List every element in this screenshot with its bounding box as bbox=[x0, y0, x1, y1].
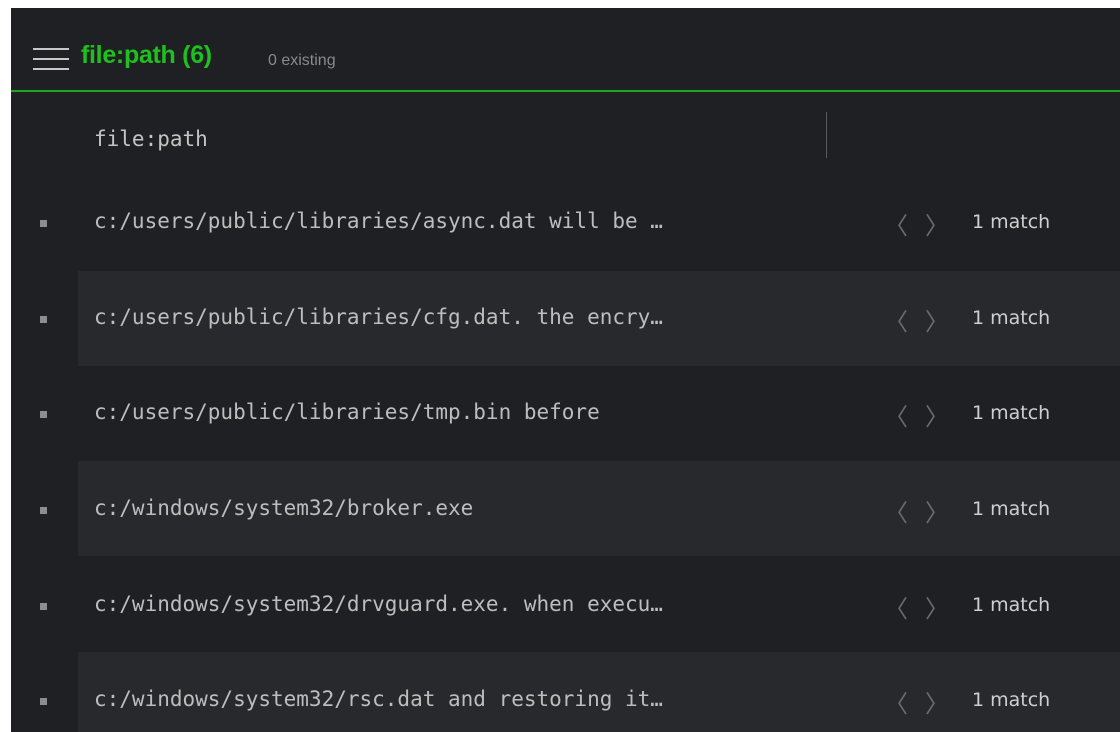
table-row[interactable]: c:/users/public/libraries/async.dat will… bbox=[11, 176, 1120, 271]
match-nav-cell: 〈 〉 1 match bbox=[845, 461, 1120, 556]
bullet-icon bbox=[40, 603, 47, 610]
match-nav-cell: 〈 〉 1 match bbox=[845, 176, 1120, 271]
path-cell: c:/windows/system32/rsc.dat and restorin… bbox=[40, 652, 845, 732]
column-resize-handle[interactable] bbox=[826, 112, 827, 158]
match-nav-cell: 〈 〉 1 match bbox=[845, 652, 1120, 732]
path-cell: c:/windows/system32/drvguard.exe. when e… bbox=[40, 557, 845, 652]
path-value[interactable]: c:/windows/system32/drvguard.exe. when e… bbox=[94, 592, 663, 616]
next-match-icon[interactable]: 〉 bbox=[925, 589, 949, 624]
next-match-icon[interactable]: 〉 bbox=[925, 684, 949, 719]
table-row[interactable]: c:/windows/system32/rsc.dat and restorin… bbox=[11, 652, 1120, 732]
previous-match-icon[interactable]: 〈 bbox=[884, 397, 908, 432]
existing-count: 0 existing bbox=[268, 52, 336, 69]
path-value[interactable]: c:/users/public/libraries/tmp.bin before bbox=[94, 400, 600, 424]
match-count: 1 match bbox=[972, 594, 1051, 616]
previous-match-icon[interactable]: 〈 bbox=[884, 493, 908, 528]
panel-header: file:path (6) 0 existing bbox=[11, 8, 1120, 92]
bullet-icon bbox=[40, 698, 47, 705]
results-panel: file:path (6) 0 existing file:path c:/us… bbox=[11, 8, 1120, 732]
bullet-icon bbox=[40, 507, 47, 514]
table-row[interactable]: c:/windows/system32/broker.exe 〈 〉 1 mat… bbox=[11, 461, 1120, 556]
path-cell: c:/users/public/libraries/tmp.bin before bbox=[40, 366, 845, 461]
previous-match-icon[interactable]: 〈 bbox=[884, 684, 908, 719]
bullet-icon bbox=[40, 411, 47, 418]
panel-title: file:path (6) bbox=[81, 41, 212, 69]
next-match-icon[interactable]: 〉 bbox=[925, 493, 949, 528]
match-count: 1 match bbox=[972, 211, 1051, 233]
table-row[interactable]: c:/windows/system32/drvguard.exe. when e… bbox=[11, 557, 1120, 652]
path-value[interactable]: c:/windows/system32/broker.exe bbox=[94, 496, 473, 520]
table-row[interactable]: c:/users/public/libraries/cfg.dat. the e… bbox=[11, 271, 1120, 366]
path-cell: c:/users/public/libraries/async.dat will… bbox=[40, 176, 845, 271]
path-cell: c:/windows/system32/broker.exe bbox=[40, 461, 845, 556]
path-value[interactable]: c:/users/public/libraries/cfg.dat. the e… bbox=[94, 305, 663, 329]
bullet-icon bbox=[40, 316, 47, 323]
match-count: 1 match bbox=[972, 498, 1051, 520]
previous-match-icon[interactable]: 〈 bbox=[884, 206, 908, 241]
column-header-file-path: file:path bbox=[94, 127, 208, 151]
path-cell: c:/users/public/libraries/cfg.dat. the e… bbox=[40, 271, 845, 366]
path-value[interactable]: c:/windows/system32/rsc.dat and restorin… bbox=[94, 687, 663, 711]
table-row[interactable]: c:/users/public/libraries/tmp.bin before… bbox=[11, 366, 1120, 461]
match-nav-cell: 〈 〉 1 match bbox=[845, 366, 1120, 461]
bullet-icon bbox=[40, 220, 47, 227]
next-match-icon[interactable]: 〉 bbox=[925, 206, 949, 241]
match-count: 1 match bbox=[972, 307, 1051, 329]
next-match-icon[interactable]: 〉 bbox=[925, 397, 949, 432]
previous-match-icon[interactable]: 〈 bbox=[884, 302, 908, 337]
path-value[interactable]: c:/users/public/libraries/async.dat will… bbox=[94, 209, 663, 233]
hamburger-menu-icon[interactable] bbox=[33, 48, 69, 70]
previous-match-icon[interactable]: 〈 bbox=[884, 589, 908, 624]
match-nav-cell: 〈 〉 1 match bbox=[845, 271, 1120, 366]
next-match-icon[interactable]: 〉 bbox=[925, 302, 949, 337]
match-count: 1 match bbox=[972, 689, 1051, 711]
match-count: 1 match bbox=[972, 402, 1051, 424]
match-nav-cell: 〈 〉 1 match bbox=[845, 557, 1120, 652]
